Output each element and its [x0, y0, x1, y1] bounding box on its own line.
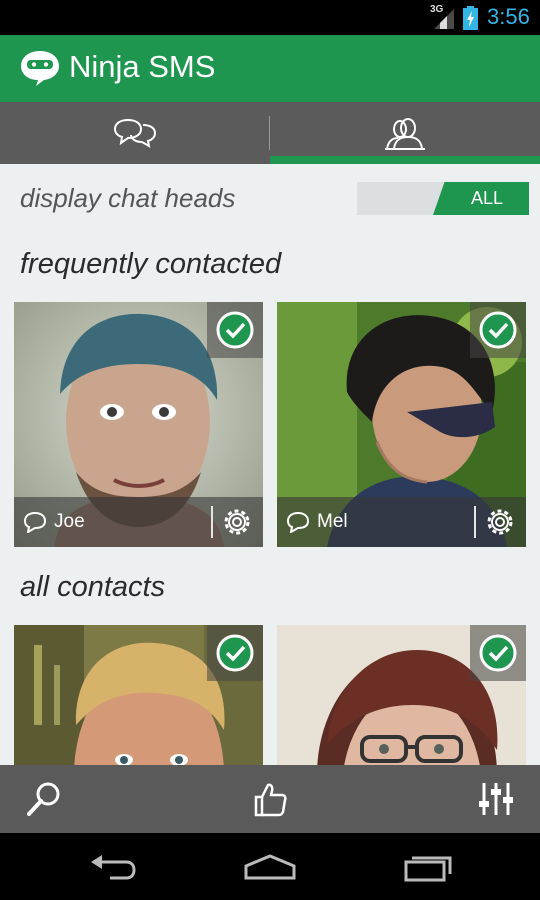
selected-check[interactable]	[470, 302, 526, 358]
home-icon	[244, 854, 296, 880]
toggle-value: ALL	[470, 188, 503, 208]
gear-icon[interactable]	[483, 505, 517, 539]
chat-heads-label: display chat heads	[20, 183, 236, 213]
contact-card-footer: Joe	[14, 497, 263, 547]
contact-card[interactable]	[277, 625, 526, 765]
contact-name: Mel	[317, 511, 348, 532]
check-circle-icon	[479, 311, 517, 349]
section-all-contacts: all contacts	[20, 571, 166, 603]
footer-divider	[474, 506, 476, 538]
signal-icon	[434, 9, 454, 29]
check-circle-icon	[216, 311, 254, 349]
app-title: Ninja SMS	[69, 49, 216, 84]
chat-heads-toggle[interactable]: ALL	[357, 182, 529, 215]
search-button[interactable]	[22, 777, 66, 821]
selected-check[interactable]	[470, 625, 526, 681]
thumbs-up-icon	[254, 783, 287, 817]
contact-card-joe[interactable]: Joe	[14, 302, 263, 547]
section-frequently-contacted: frequently contacted	[20, 248, 282, 280]
status-clock: 3:56	[487, 4, 530, 29]
search-icon	[27, 782, 60, 816]
selected-check[interactable]	[207, 302, 263, 358]
back-button[interactable]	[85, 849, 141, 885]
tab-conversations[interactable]	[0, 102, 270, 164]
like-button[interactable]	[248, 777, 292, 821]
check-circle-icon	[479, 634, 517, 672]
tab-bar	[0, 102, 540, 164]
check-circle-icon	[216, 634, 254, 672]
chat-bubbles-icon	[113, 118, 157, 148]
system-nav-bar	[0, 833, 540, 900]
contacts-icon	[385, 118, 425, 150]
settings-button[interactable]	[474, 777, 518, 821]
chat-bubble-icon	[286, 511, 310, 533]
battery-charging-icon	[463, 6, 478, 30]
gear-icon[interactable]	[220, 505, 254, 539]
ninja-chat-icon	[21, 51, 59, 86]
tab-selected-indicator	[270, 156, 540, 164]
bottom-toolbar	[0, 765, 540, 833]
chat-bubble-icon	[23, 511, 47, 533]
tab-contacts[interactable]	[270, 102, 540, 164]
contact-card-footer: Mel	[277, 497, 526, 547]
recent-apps-button[interactable]	[400, 849, 456, 885]
home-button[interactable]	[242, 849, 298, 885]
contact-card[interactable]	[14, 625, 263, 765]
contacts-panel[interactable]: display chat heads ALL frequently contac…	[0, 164, 540, 765]
recent-apps-icon	[404, 856, 452, 882]
contact-name: Joe	[54, 511, 85, 532]
footer-divider	[211, 506, 213, 538]
app-bar: Ninja SMS	[0, 35, 540, 102]
back-icon	[91, 855, 136, 880]
equalizer-icon	[479, 783, 513, 815]
status-bar: 3G 3:56	[0, 0, 540, 35]
selected-check[interactable]	[207, 625, 263, 681]
contact-card-mel[interactable]: Mel	[277, 302, 526, 547]
